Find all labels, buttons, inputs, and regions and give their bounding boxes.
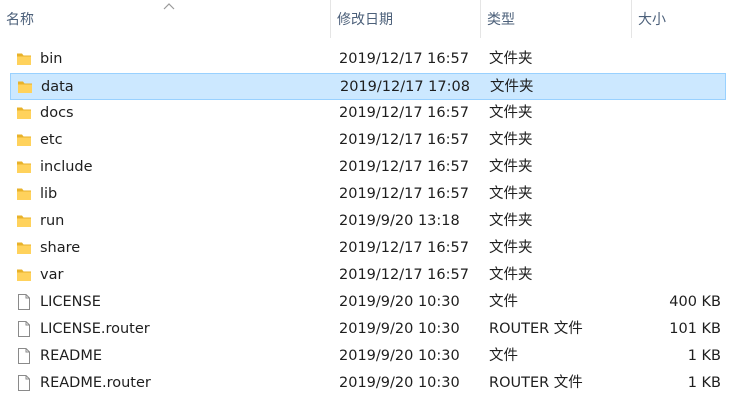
file-type: 文件夹 [489, 213, 533, 229]
folder-icon [15, 239, 33, 257]
file-row[interactable]: data 2019/12/17 17:08 文件夹 [10, 73, 726, 100]
file-size: 400 KB [669, 294, 721, 310]
file-name: share [40, 240, 81, 256]
file-row[interactable]: bin 2019/12/17 16:57 文件夹 [10, 46, 726, 73]
file-modified: 2019/12/17 17:08 [340, 79, 470, 95]
file-icon [15, 293, 33, 311]
file-icon [15, 347, 33, 365]
file-row[interactable]: run 2019/9/20 13:18 文件夹 [10, 208, 726, 235]
file-size: 1 KB [687, 375, 721, 391]
file-name: run [40, 213, 65, 229]
file-row[interactable]: LICENSE 2019/9/20 10:30 文件 400 KB [10, 289, 726, 316]
file-modified: 2019/9/20 10:30 [339, 294, 460, 310]
file-type: 文件夹 [490, 79, 534, 95]
file-name: README.router [40, 375, 151, 391]
column-header-type-label: 类型 [487, 12, 515, 28]
file-modified: 2019/12/17 16:57 [339, 159, 469, 175]
file-modified: 2019/12/17 16:57 [339, 51, 469, 67]
file-type: 文件夹 [489, 132, 533, 148]
file-row[interactable]: docs 2019/12/17 16:57 文件夹 [10, 100, 726, 127]
file-modified: 2019/9/20 10:30 [339, 375, 460, 391]
column-header-name-label: 名称 [6, 12, 34, 28]
file-modified: 2019/12/17 16:57 [339, 186, 469, 202]
file-type: 文件夹 [489, 51, 533, 67]
file-type: 文件夹 [489, 267, 533, 283]
folder-icon [15, 212, 33, 230]
file-icon [15, 374, 33, 392]
column-header-modified-label: 修改日期 [337, 12, 393, 28]
file-name: include [40, 159, 93, 175]
file-modified: 2019/12/17 16:57 [339, 105, 469, 121]
file-row[interactable]: etc 2019/12/17 16:57 文件夹 [10, 127, 726, 154]
file-modified: 2019/12/17 16:57 [339, 267, 469, 283]
file-row[interactable]: README.router 2019/9/20 10:30 ROUTER 文件 1 K… [10, 370, 726, 397]
column-header-modified[interactable]: 修改日期 [331, 0, 480, 38]
folder-icon [16, 78, 34, 96]
file-type: 文件 [489, 348, 518, 364]
file-name: bin [40, 51, 63, 67]
column-header-type[interactable]: 类型 [481, 0, 631, 38]
file-type: 文件夹 [489, 240, 533, 256]
file-type: ROUTER 文件 [489, 321, 583, 337]
folder-icon [15, 266, 33, 284]
folder-icon [15, 185, 33, 203]
file-size: 1 KB [687, 348, 721, 364]
folder-icon [15, 131, 33, 149]
file-name: docs [40, 105, 74, 121]
file-name: README [40, 348, 102, 364]
folder-icon [15, 104, 33, 122]
file-row[interactable]: share 2019/12/17 16:57 文件夹 [10, 235, 726, 262]
file-type: 文件夹 [489, 159, 533, 175]
file-type: 文件夹 [489, 105, 533, 121]
file-modified: 2019/9/20 10:30 [339, 321, 460, 337]
file-size: 101 KB [669, 321, 721, 337]
file-modified: 2019/9/20 13:18 [339, 213, 460, 229]
file-name: var [40, 267, 64, 283]
file-modified: 2019/12/17 16:57 [339, 132, 469, 148]
file-row[interactable]: README 2019/9/20 10:30 文件 1 KB [10, 343, 726, 370]
file-type: 文件 [489, 294, 518, 310]
file-icon [15, 320, 33, 338]
column-header-size-label: 大小 [638, 12, 666, 28]
file-row[interactable]: LICENSE.router 2019/9/20 10:30 ROUTER 文件 10… [10, 316, 726, 343]
column-header-size[interactable]: 大小 [632, 0, 748, 38]
file-name: lib [40, 186, 58, 202]
file-type: 文件夹 [489, 186, 533, 202]
file-modified: 2019/9/20 10:30 [339, 348, 460, 364]
file-name: etc [40, 132, 63, 148]
file-row[interactable]: lib 2019/12/17 16:57 文件夹 [10, 181, 726, 208]
file-row[interactable]: var 2019/12/17 16:57 文件夹 [10, 262, 726, 289]
sort-ascending-icon [163, 3, 175, 10]
file-name: LICENSE.router [40, 321, 150, 337]
file-modified: 2019/12/17 16:57 [339, 240, 469, 256]
file-type: ROUTER 文件 [489, 375, 583, 391]
column-header: 名称 修改日期 类型 大小 [0, 0, 748, 38]
folder-icon [15, 158, 33, 176]
file-row[interactable]: include 2019/12/17 16:57 文件夹 [10, 154, 726, 181]
folder-icon [15, 50, 33, 68]
file-name: LICENSE [40, 294, 101, 310]
file-name: data [41, 79, 74, 95]
